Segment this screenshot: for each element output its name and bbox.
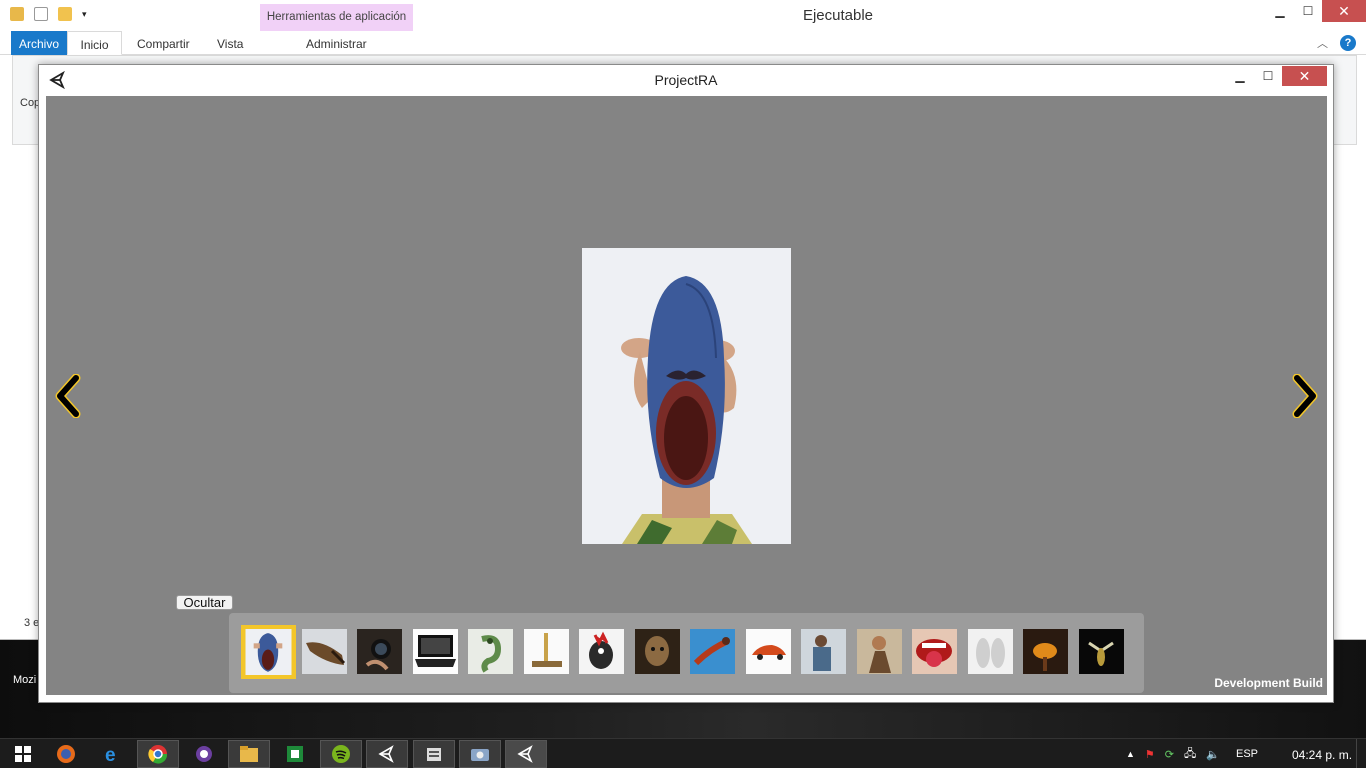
file-explorer-icon[interactable] [228,740,270,768]
player-window-controls: ▁ ☐ ✕ [1226,66,1327,86]
unity-active-icon[interactable] [505,740,547,768]
network-icon[interactable]: 🖧 [1184,745,1196,764]
thumbnail-red-car[interactable] [746,629,791,674]
tab-inicio[interactable]: Inicio [67,31,122,55]
volume-icon[interactable]: 🔈 [1206,748,1220,761]
minimize-icon[interactable]: ▁ [1226,66,1254,86]
thumbnail-insect[interactable] [1079,629,1124,674]
svg-text:e: e [105,745,116,764]
thumbnail-face[interactable] [635,629,680,674]
internet-explorer-icon[interactable]: e [91,740,133,768]
ribbon-tabs: Archivo Inicio Compartir Vista Administr… [0,31,1366,55]
thumbnail-woman[interactable] [857,629,902,674]
app-circle-icon[interactable] [183,740,225,768]
show-desktop-button[interactable] [1356,739,1366,768]
explorer-title: Ejecutable [802,7,874,24]
main-photo-shoe-face [582,248,791,544]
help-icon[interactable]: ? [1340,35,1356,51]
language-indicator[interactable]: ESP [1236,748,1258,760]
tab-archivo[interactable]: Archivo [11,31,67,55]
player-titlebar: ProjectRA ▁ ☐ ✕ [39,65,1333,95]
desktop-shortcut-label[interactable]: Mozi [13,674,36,686]
ribbon-right-controls: ︿ ? [1317,35,1356,51]
action-center-flag-icon[interactable]: ⚑ [1145,748,1155,761]
thumbnail-chameleon[interactable] [468,629,513,674]
thumbnail-bird[interactable] [690,629,735,674]
network-sync-icon[interactable]: ⟳ [1165,748,1174,761]
tab-administrar[interactable]: Administrar [306,31,367,55]
thumbnail-laptop[interactable] [413,629,458,674]
close-icon[interactable]: ✕ [1322,0,1366,22]
gear-folder-icon[interactable] [459,740,501,768]
thumbnail-slippers[interactable] [968,629,1013,674]
development-build-label: Development Build [1214,676,1323,690]
thumbnail-camera-lens[interactable] [357,629,402,674]
thumbnail-rooster[interactable] [579,629,624,674]
thumbnail-boot[interactable] [302,629,347,674]
firefox-icon[interactable] [45,740,87,768]
status-bar-partial: 3 e [24,617,40,629]
thumbnail-strip [229,613,1144,693]
chrome-icon[interactable] [137,740,179,768]
spreadsheet-icon[interactable] [274,740,316,768]
projectra-window: ProjectRA ▁ ☐ ✕ Ocultar Development Buil… [38,64,1334,703]
explorer-window-controls: ▁ ☐ ✕ [1266,0,1366,22]
thumbnail-person[interactable] [801,629,846,674]
minimize-icon[interactable]: ▁ [1266,0,1294,22]
explorer-titlebar: ▾ Herramientas de aplicación Ejecutable … [0,0,1366,31]
unity-icon[interactable] [366,740,408,768]
show-hidden-icons-icon[interactable]: ▲ [1126,749,1135,759]
collapse-ribbon-icon[interactable]: ︿ [1317,35,1328,51]
windows-start-icon[interactable] [2,740,44,768]
maximize-icon[interactable]: ☐ [1294,0,1322,22]
game-viewport[interactable]: Ocultar Development Build [46,96,1327,695]
taskbar: e ▲ ⚑ ⟳ 🖧 🔈 ESP 04:24 p. m. [0,738,1366,768]
thumbnail-tool[interactable] [524,629,569,674]
media-icon[interactable] [413,740,455,768]
close-icon[interactable]: ✕ [1282,66,1327,86]
thumbnail-shoe-face[interactable] [241,625,296,679]
shoe-face-image [582,248,791,544]
thumbnail-mouth[interactable] [912,629,957,674]
thumbnail-lamp[interactable] [1023,629,1068,674]
hide-button[interactable]: Ocultar [176,595,233,610]
taskbar-clock[interactable]: 04:24 p. m. [1292,748,1352,762]
maximize-icon[interactable]: ☐ [1254,66,1282,86]
spotify-icon[interactable] [320,740,362,768]
next-arrow-icon[interactable] [1291,374,1321,418]
player-title: ProjectRA [654,72,718,88]
system-tray: ▲ ⚑ ⟳ 🖧 🔈 ESP [1126,739,1258,768]
tab-compartir[interactable]: Compartir [137,31,190,55]
previous-arrow-icon[interactable] [52,374,82,418]
tab-vista[interactable]: Vista [217,31,243,55]
